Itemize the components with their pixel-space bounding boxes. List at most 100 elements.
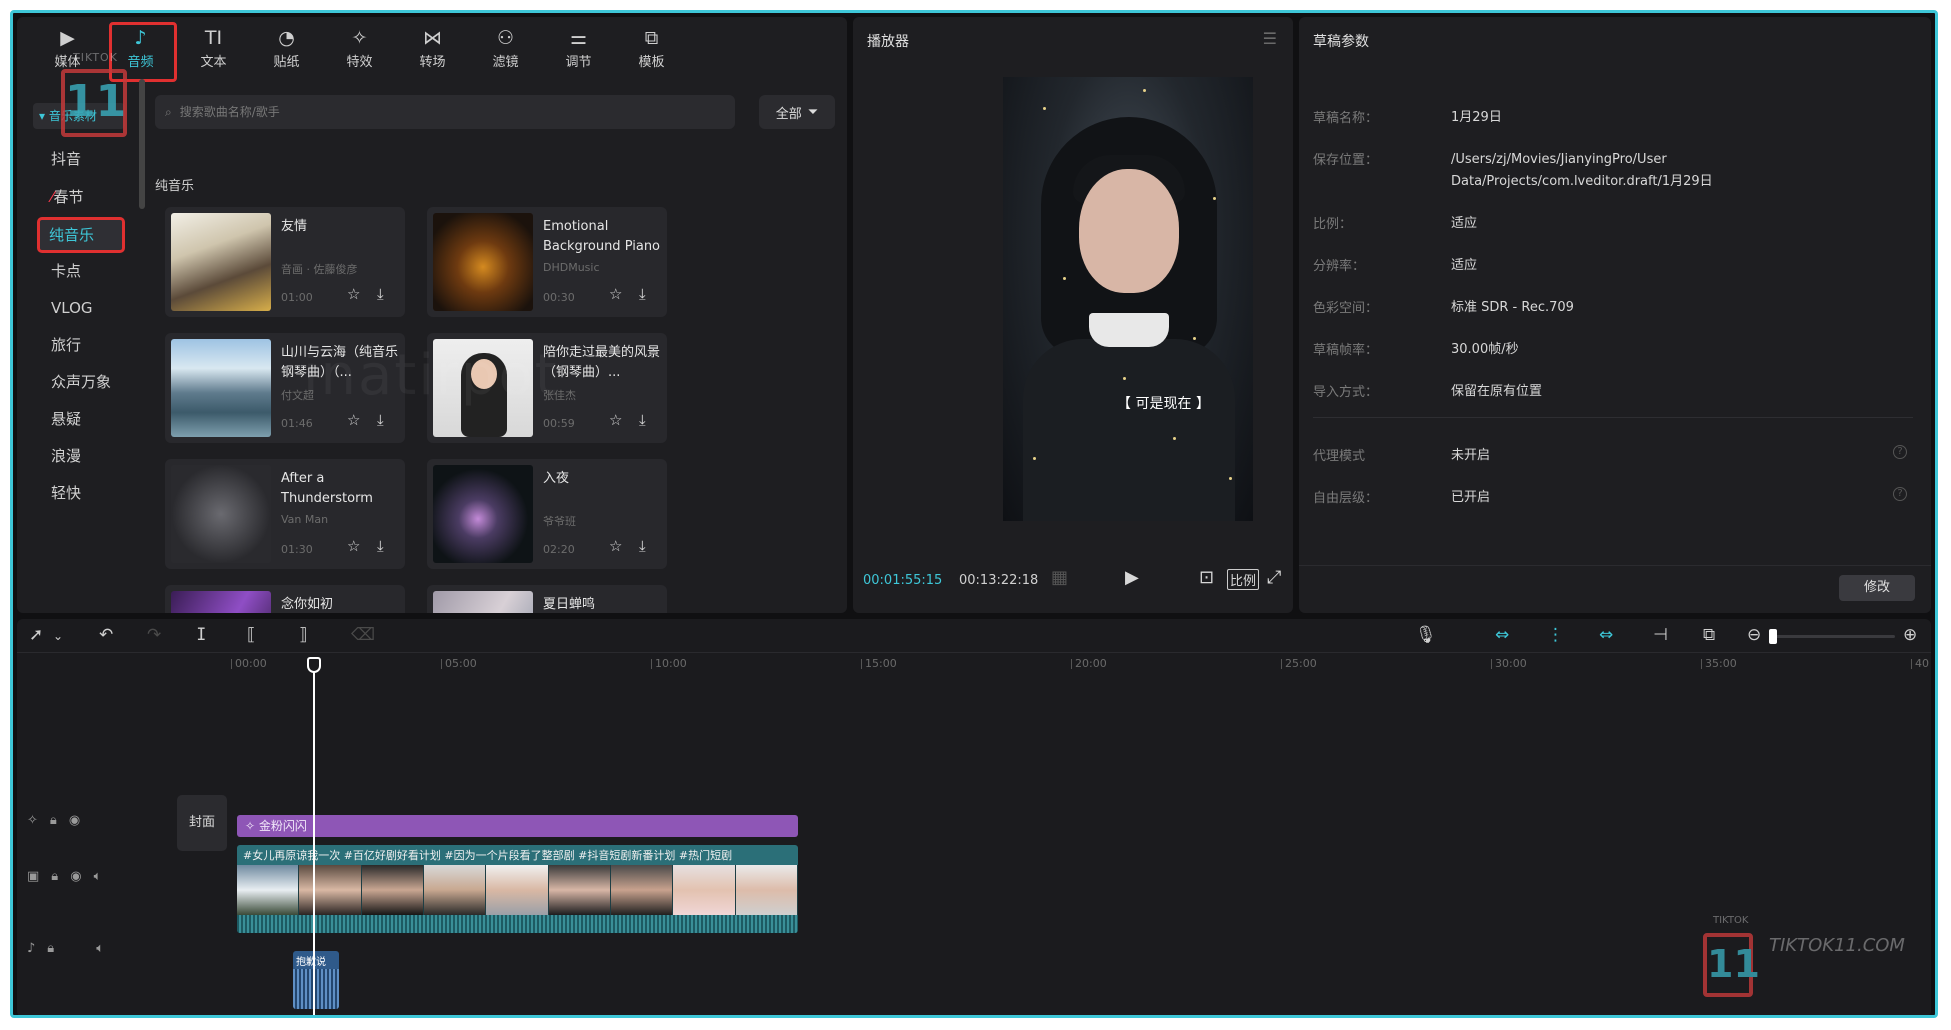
- fullscreen-icon[interactable]: ⤢: [1267, 567, 1281, 588]
- music-card[interactable]: 念你如初: [165, 585, 405, 613]
- music-card[interactable]: 友情 音画 · 佐藤俊彦 01:00 ☆ ⤓: [165, 207, 405, 317]
- favorite-star-icon[interactable]: ☆: [609, 537, 622, 555]
- favorite-star-icon[interactable]: ☆: [609, 411, 622, 429]
- zoom-out-icon[interactable]: ⊖: [1747, 625, 1761, 645]
- toolbar-adjust-tab[interactable]: ⚌ 调节: [542, 17, 615, 79]
- full-view-icon[interactable]: ⧉: [1703, 625, 1715, 645]
- effects-icon: ✧: [27, 813, 38, 828]
- toolbar-sticker-tab[interactable]: ◔ 贴纸: [250, 17, 323, 79]
- toolbar-filter-tab[interactable]: ⚇ 滤镜: [469, 17, 542, 79]
- undo-icon[interactable]: ↶: [99, 625, 113, 645]
- favorite-star-icon[interactable]: ☆: [347, 411, 360, 429]
- category-douyin[interactable]: 抖音: [37, 141, 125, 177]
- adjust-icon: ⚌: [569, 26, 588, 49]
- split-icon[interactable]: ⵊ: [197, 625, 206, 645]
- download-icon[interactable]: ⤓: [377, 411, 384, 429]
- music-artist: DHDMusic: [543, 261, 600, 274]
- download-icon[interactable]: ⤓: [377, 285, 384, 303]
- help-icon[interactable]: ?: [1893, 445, 1907, 459]
- focus-icon[interactable]: ⊡: [1199, 567, 1214, 588]
- music-title: 陪你走过最美的风景（钢琴曲）...: [543, 345, 661, 380]
- linkage-icon[interactable]: ⇔: [1599, 625, 1613, 645]
- edit-params-button[interactable]: 修改: [1839, 575, 1915, 601]
- video-clip[interactable]: #女儿再原谅我一次 #百亿好剧好看计划 #因为一个片段看了整部剧 #抖音短剧新番…: [237, 845, 798, 933]
- lock-icon[interactable]: 🔒︎: [50, 813, 57, 828]
- music-cover-image: [433, 591, 533, 613]
- preview-axis-icon[interactable]: ⊣: [1653, 625, 1668, 645]
- param-key: 色彩空间：: [1313, 301, 1379, 316]
- menu-icon[interactable]: ☰: [1263, 29, 1277, 48]
- download-icon[interactable]: ⤓: [639, 411, 646, 429]
- timeline-toolbar: ➚ ⌄ ↶ ↷ ⵊ ⟦ ⟧ ⌫ 🎙 ⇔ ⋮ ⇔ ⊣ ⧉ ⊖ ⊕: [17, 619, 1931, 653]
- effect-clip-label: 金粉闪闪: [258, 819, 307, 833]
- favorite-star-icon[interactable]: ☆: [609, 285, 622, 303]
- ratio-button[interactable]: 比例: [1227, 569, 1260, 590]
- watermark-logo: 11: [1703, 933, 1760, 997]
- ruler-tick: 20:00: [1071, 657, 1107, 670]
- category-romantic[interactable]: 浪漫: [37, 438, 125, 474]
- zoom-in-icon[interactable]: ⊕: [1903, 625, 1917, 645]
- video-preview[interactable]: 【 可是现在 】: [1003, 77, 1253, 521]
- download-icon[interactable]: ⤓: [639, 285, 646, 303]
- eye-icon[interactable]: ◉: [70, 869, 81, 884]
- trim-right-icon[interactable]: ⟧: [299, 625, 307, 645]
- effect-clip[interactable]: ✧ 金粉闪闪: [237, 815, 798, 837]
- zoom-slider-knob[interactable]: [1769, 629, 1778, 644]
- play-icon[interactable]: ▶: [1125, 567, 1139, 588]
- music-search-input[interactable]: [179, 105, 700, 119]
- mute-icon[interactable]: 🔈︎: [94, 869, 102, 884]
- toolbar-effects-tab[interactable]: ✧ 特效: [323, 17, 396, 79]
- category-suspense[interactable]: 悬疑: [37, 401, 125, 437]
- filter-label: 全部: [775, 106, 802, 122]
- app-window: ▶ 媒体 ♪ 音频 TI 文本 ◔ 贴纸 ✧ 特效 ⋈ 转场 ⚇ 滤镜 ⚌ 调节 ⧉ 模板 ▾ 音…: [10, 10, 1938, 1018]
- cover-button[interactable]: 封面: [177, 795, 227, 851]
- download-icon[interactable]: ⤓: [639, 537, 646, 555]
- toolbar-text-tab[interactable]: TI 文本: [177, 17, 250, 79]
- category-voices[interactable]: 众声万象: [37, 364, 125, 400]
- param-key: 比例：: [1313, 217, 1353, 232]
- category-beat[interactable]: 卡点: [37, 253, 125, 289]
- mute-icon[interactable]: 🔈︎: [96, 941, 104, 956]
- playhead[interactable]: [313, 661, 315, 1015]
- music-artist: 爷爷班: [543, 515, 576, 528]
- sidebar-scrollbar[interactable]: [139, 79, 145, 209]
- player-title: 播放器: [867, 34, 909, 50]
- category-travel[interactable]: 旅行: [37, 327, 125, 363]
- music-card[interactable]: 夏日蝉鸣: [427, 585, 667, 613]
- category-vlog[interactable]: VLOG: [37, 290, 125, 326]
- trim-left-icon[interactable]: ⟦: [247, 625, 255, 645]
- music-duration: 01:00: [281, 291, 313, 304]
- favorite-star-icon[interactable]: ☆: [347, 285, 360, 303]
- media-library-panel: ▶ 媒体 ♪ 音频 TI 文本 ◔ 贴纸 ✧ 特效 ⋈ 转场 ⚇ 滤镜 ⚌ 调节 ⧉ 模板 ▾ 音…: [17, 17, 847, 613]
- ruler-tick: 25:00: [1281, 657, 1317, 670]
- audio-track-controls: ♪ 🔒︎ 🔈︎: [27, 941, 104, 956]
- main-track-magnet-icon[interactable]: ⇔: [1495, 625, 1509, 645]
- music-card[interactable]: 入夜 爷爷班 02:20 ☆ ⤓: [427, 459, 667, 569]
- toolbar-transition-tab[interactable]: ⋈ 转场: [396, 17, 469, 79]
- toolbar-template-tab[interactable]: ⧉ 模板: [615, 17, 688, 79]
- param-key: 草稿帧率：: [1313, 343, 1379, 358]
- filter-dropdown[interactable]: 全部 ⏷: [759, 95, 835, 129]
- ruler-tick: 40: [1911, 657, 1929, 670]
- download-icon[interactable]: ⤓: [377, 537, 384, 555]
- zoom-slider[interactable]: [1769, 629, 1895, 644]
- lock-icon[interactable]: 🔒︎: [51, 869, 58, 884]
- timeline-ruler[interactable]: 00:00 05:00 10:00 15:00 20:00 25:00 30:0…: [17, 653, 1931, 675]
- playhead-handle[interactable]: [307, 657, 321, 673]
- favorite-star-icon[interactable]: ☆: [347, 537, 360, 555]
- audio-clip[interactable]: 抱歉说: [293, 951, 339, 1009]
- music-card[interactable]: After a Thunderstorm Van Man 01:30 ☆ ⤓: [165, 459, 405, 569]
- transition-icon: ⋈: [423, 26, 442, 49]
- grid-icon[interactable]: ▦: [1051, 567, 1068, 588]
- lock-icon[interactable]: 🔒︎: [47, 941, 54, 956]
- category-spring-festival[interactable]: ⁄春节: [37, 179, 125, 215]
- microphone-icon[interactable]: 🎙: [1415, 625, 1437, 645]
- select-cursor-icon[interactable]: ➚: [29, 625, 43, 645]
- category-pure-music[interactable]: 纯音乐: [37, 217, 125, 253]
- music-card[interactable]: Emotional Background Piano DHDMusic 00:3…: [427, 207, 667, 317]
- eye-icon[interactable]: ◉: [69, 813, 80, 828]
- category-light[interactable]: 轻快: [37, 475, 125, 511]
- help-icon[interactable]: ?: [1893, 487, 1907, 501]
- chevron-down-icon[interactable]: ⌄: [53, 629, 63, 643]
- auto-snap-icon[interactable]: ⋮: [1547, 625, 1564, 645]
